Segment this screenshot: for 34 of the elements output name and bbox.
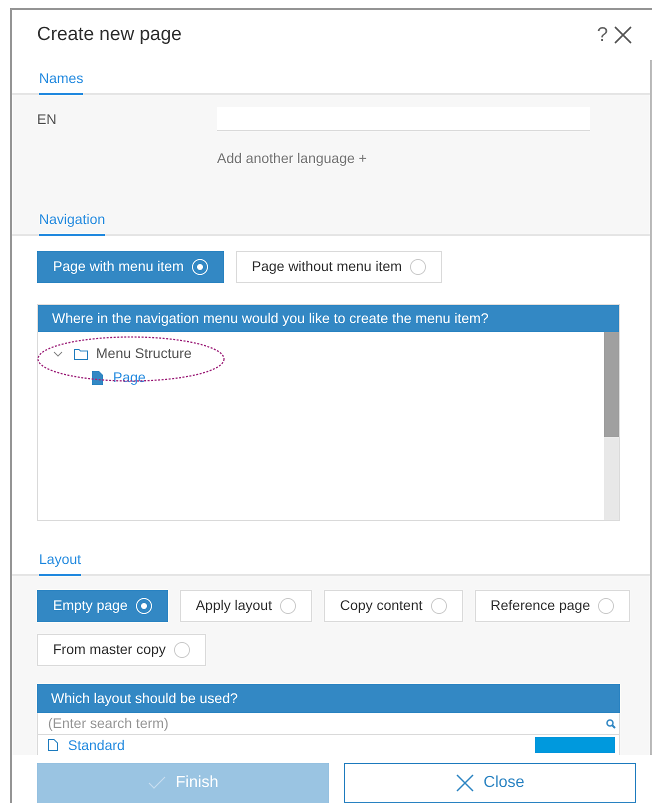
close-button[interactable]: Close	[344, 763, 636, 803]
radio-icon	[598, 598, 614, 614]
list-row[interactable]: Standard	[37, 734, 620, 755]
name-input[interactable]	[217, 106, 590, 131]
panel-header: Where in the navigation menu would you like to create the menu item?	[38, 304, 619, 332]
radio-icon	[136, 598, 152, 614]
option-button[interactable]: From master copy	[37, 634, 206, 666]
search-icon	[606, 718, 616, 729]
option-button[interactable]: Page without menu item	[236, 250, 442, 283]
help-button[interactable]: ?	[596, 20, 608, 50]
option-button[interactable]: Empty page	[37, 590, 168, 622]
radio-icon	[280, 598, 296, 614]
scrollbar[interactable]	[604, 332, 619, 520]
close-icon	[456, 774, 474, 792]
add-language-link[interactable]: Add another language +	[217, 150, 367, 166]
panel-header: Which layout should be used?	[37, 684, 620, 713]
search-field[interactable]: (Enter search term)	[37, 712, 620, 735]
radio-icon	[430, 598, 446, 614]
check-icon	[148, 776, 166, 790]
radio-icon	[192, 258, 208, 275]
option-button[interactable]: Reference page	[474, 590, 630, 622]
option-button[interactable]: Page with menu item	[37, 250, 224, 283]
document-icon	[48, 738, 58, 751]
option-button[interactable]: Apply layout	[180, 590, 312, 622]
layout-item[interactable]: Standard	[68, 736, 535, 753]
section-tab[interactable]: Navigation	[39, 200, 106, 236]
radio-icon	[174, 642, 190, 658]
close-icon[interactable]	[614, 26, 632, 44]
radio-icon	[410, 258, 426, 275]
document-icon	[92, 370, 103, 385]
option-button[interactable]: Copy content	[324, 590, 462, 622]
folder-icon	[74, 348, 88, 360]
dialog-title: Create new page	[37, 22, 183, 47]
language-label: EN	[37, 110, 58, 129]
